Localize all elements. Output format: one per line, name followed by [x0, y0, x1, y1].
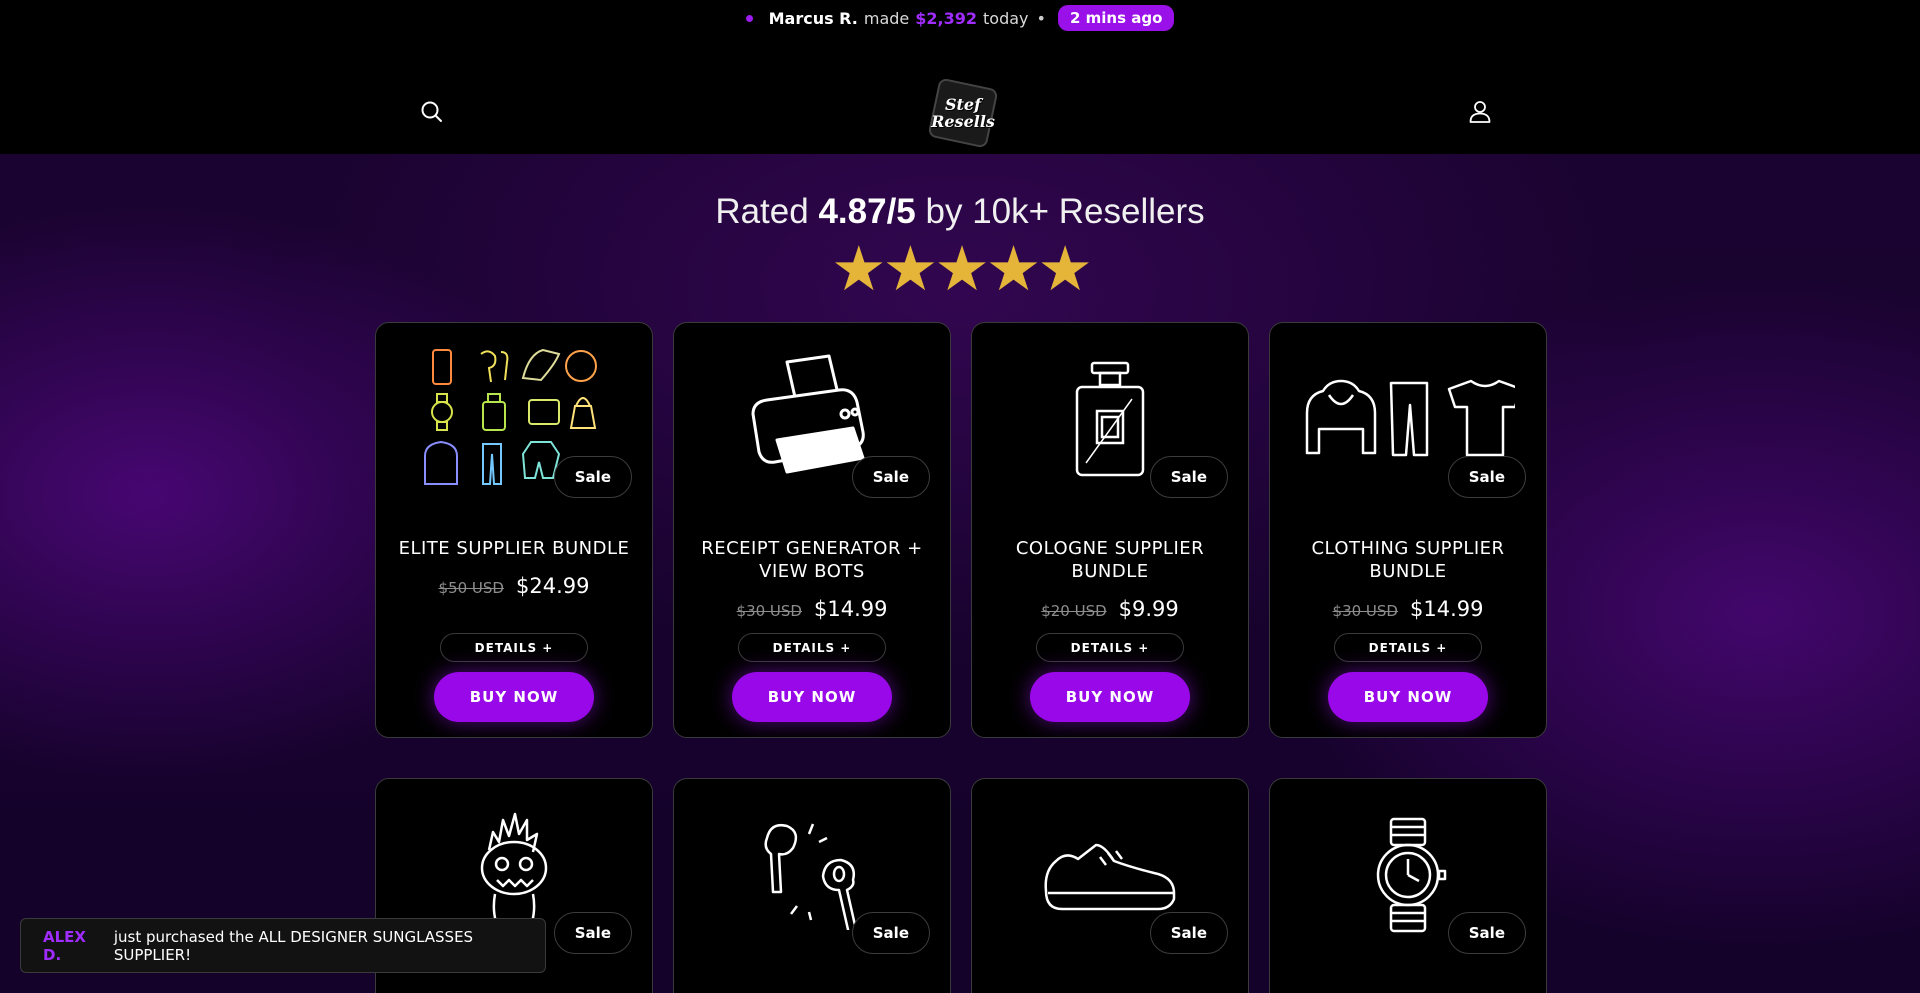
buy-now-button[interactable]: BUY NOW: [1328, 672, 1488, 722]
buy-now-button[interactable]: BUY NOW: [732, 672, 892, 722]
product-image[interactable]: Sale: [1270, 779, 1546, 971]
details-button[interactable]: DETAILS +: [738, 633, 886, 662]
details-button[interactable]: DETAILS +: [1334, 633, 1482, 662]
site-header: Stef Resells: [0, 36, 1920, 154]
product-card[interactable]: Sale RECEIPT GENERATOR + VIEW BOTS $30 U…: [673, 322, 951, 738]
product-card[interactable]: Sale ELITE SUPPLIER BUNDLE $50 USD $24.9…: [375, 322, 653, 738]
earbuds-icon: [764, 823, 858, 930]
sale-price: $14.99: [813, 597, 888, 621]
rating-suffix: by 10k+ Resellers: [925, 192, 1205, 231]
sale-price: $24.99: [515, 574, 590, 598]
watch-icon: [1376, 817, 1447, 933]
toast-buyer: ALEX D.: [43, 927, 86, 964]
sale-badge: Sale: [851, 456, 930, 498]
product-card[interactable]: Sale: [971, 778, 1249, 993]
sale-price: $14.99: [1409, 597, 1484, 621]
product-prices: $30 USD $14.99: [1270, 597, 1546, 621]
logo-text: Stef Resells: [931, 96, 995, 130]
product-image[interactable]: Sale: [674, 779, 950, 971]
rating-prefix: Rated: [715, 192, 809, 231]
logo-line-2: Resells: [931, 112, 995, 131]
sale-price: $9.99: [1118, 597, 1179, 621]
sale-badge: Sale: [851, 912, 930, 954]
product-image[interactable]: Sale: [674, 323, 950, 515]
product-card[interactable]: Sale COLOGNE SUPPLIER BUNDLE $20 USD $9.…: [971, 322, 1249, 738]
account-icon[interactable]: [1466, 98, 1494, 126]
sale-badge: Sale: [1447, 912, 1526, 954]
sale-badge: Sale: [553, 456, 632, 498]
rating-stars: ★★★★★: [831, 232, 1093, 305]
announcement-bar: Marcus R. made $2,392 today • 2 mins ago: [0, 0, 1920, 36]
compare-at-price: $20 USD: [1041, 602, 1107, 620]
toast-message: just purchased the ALL DESIGNER SUNGLASS…: [113, 927, 474, 964]
product-title[interactable]: ELITE SUPPLIER BUNDLE: [376, 537, 652, 560]
product-image[interactable]: Sale: [376, 323, 652, 515]
product-prices: $20 USD $9.99: [972, 597, 1248, 621]
sale-badge: Sale: [553, 912, 632, 954]
details-button[interactable]: DETAILS +: [1036, 633, 1184, 662]
logo-line-1: Stef: [944, 95, 981, 114]
product-title[interactable]: CLOTHING SUPPLIER BUNDLE: [1270, 537, 1546, 583]
compare-at-price: $30 USD: [1332, 602, 1398, 620]
perfume-bottle-icon: [1075, 361, 1145, 477]
product-card[interactable]: Sale: [1269, 778, 1547, 993]
product-card[interactable]: Sale CLOTHING SUPPLIER BUNDLE $30 USD $1…: [1269, 322, 1547, 738]
product-title[interactable]: RECEIPT GENERATOR + VIEW BOTS: [674, 537, 950, 583]
announcement-when: today: [983, 8, 1029, 28]
product-grid: Sale ELITE SUPPLIER BUNDLE $50 USD $24.9…: [375, 322, 1547, 993]
announcement-amount: $2,392: [915, 8, 978, 28]
compare-at-price: $50 USD: [438, 579, 504, 597]
rating-score: 4.87/5: [818, 192, 916, 231]
clothing-icon: [1305, 379, 1515, 457]
announcement-verb: made: [863, 8, 910, 28]
product-prices: $50 USD $24.99: [376, 574, 652, 598]
details-button[interactable]: DETAILS +: [440, 633, 588, 662]
sale-badge: Sale: [1447, 456, 1526, 498]
announcement-time-pill: 2 mins ago: [1057, 5, 1175, 31]
product-image[interactable]: Sale: [972, 779, 1248, 971]
product-title[interactable]: COLOGNE SUPPLIER BUNDLE: [972, 537, 1248, 583]
product-prices: $30 USD $14.99: [674, 597, 950, 621]
purchase-toast[interactable]: ALEX D. just purchased the ALL DESIGNER …: [20, 918, 546, 973]
site-logo[interactable]: Stef Resells: [927, 77, 999, 149]
sale-badge: Sale: [1149, 456, 1228, 498]
search-icon[interactable]: [418, 98, 446, 126]
announcement-separator: •: [1036, 8, 1046, 28]
announcement-name: Marcus R.: [768, 8, 858, 28]
live-dot-icon: [745, 14, 753, 22]
buy-now-button[interactable]: BUY NOW: [434, 672, 594, 722]
buy-now-button[interactable]: BUY NOW: [1030, 672, 1190, 722]
product-image[interactable]: Sale: [1270, 323, 1546, 515]
main-content: Rated 4.87/5 by 10k+ Resellers ★★★★★ Sal…: [0, 154, 1920, 993]
compare-at-price: $30 USD: [736, 602, 802, 620]
sale-badge: Sale: [1149, 912, 1228, 954]
sneaker-icon: [1044, 843, 1176, 911]
product-image[interactable]: Sale: [972, 323, 1248, 515]
rating-headline: Rated 4.87/5 by 10k+ Resellers: [0, 192, 1920, 232]
product-card[interactable]: Sale: [673, 778, 951, 993]
